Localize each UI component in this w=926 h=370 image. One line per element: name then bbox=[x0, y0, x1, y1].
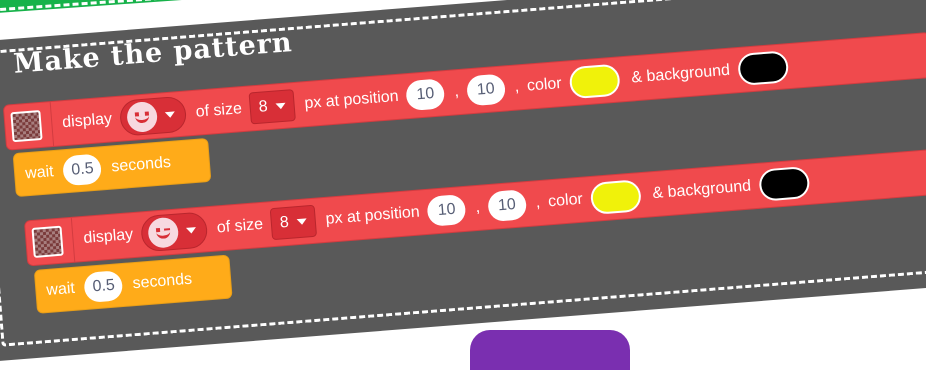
background-label: & background bbox=[651, 177, 752, 203]
chevron-down-icon bbox=[185, 227, 197, 234]
color-swatch[interactable] bbox=[589, 179, 642, 215]
chevron-down-icon bbox=[164, 111, 176, 119]
px-at-position-label: px at position bbox=[303, 87, 400, 113]
comma-label: , bbox=[535, 194, 541, 212]
smiley-face-icon bbox=[125, 100, 159, 134]
px-at-position-label: px at position bbox=[325, 203, 421, 228]
x-input[interactable]: 10 bbox=[426, 193, 467, 227]
y-input[interactable]: 10 bbox=[486, 189, 528, 223]
winking-face-icon bbox=[146, 216, 180, 249]
display-label: display bbox=[82, 226, 134, 247]
wait-seconds-input[interactable]: 0.5 bbox=[83, 270, 124, 303]
x-input[interactable]: 10 bbox=[405, 78, 446, 112]
led-matrix-icon bbox=[10, 109, 43, 143]
seconds-label: seconds bbox=[110, 153, 172, 176]
color-swatch[interactable] bbox=[568, 63, 621, 100]
background-swatch[interactable] bbox=[757, 165, 811, 202]
color-label: color bbox=[526, 75, 563, 95]
size-dropdown[interactable]: 8 bbox=[269, 204, 318, 241]
purple-tab bbox=[470, 330, 630, 370]
wait-label: wait bbox=[45, 279, 76, 300]
background-label: & background bbox=[630, 61, 731, 87]
chevron-down-icon bbox=[275, 102, 286, 110]
size-dropdown[interactable]: 8 bbox=[248, 89, 296, 125]
y-input[interactable]: 10 bbox=[465, 73, 506, 107]
size-value: 8 bbox=[279, 213, 290, 232]
wait-seconds-input[interactable]: 0.5 bbox=[62, 153, 103, 187]
face-dropdown[interactable] bbox=[139, 211, 209, 253]
pattern-card: Make the pattern display of size 8 px at… bbox=[0, 0, 926, 362]
background-swatch[interactable] bbox=[736, 50, 789, 87]
size-value: 8 bbox=[258, 98, 269, 116]
comma-label: , bbox=[453, 83, 460, 101]
wait-label: wait bbox=[24, 163, 55, 183]
color-label: color bbox=[547, 190, 584, 211]
face-dropdown[interactable] bbox=[118, 95, 188, 137]
comma-label: , bbox=[474, 198, 481, 217]
seconds-label: seconds bbox=[131, 270, 193, 293]
block-separator bbox=[70, 217, 76, 262]
of-size-label: of size bbox=[195, 100, 243, 121]
led-matrix-icon bbox=[31, 225, 64, 258]
comma-label: , bbox=[513, 78, 520, 96]
of-size-label: of size bbox=[216, 215, 264, 237]
block-separator bbox=[49, 102, 55, 147]
chevron-down-icon bbox=[296, 218, 308, 226]
display-label: display bbox=[61, 110, 113, 132]
